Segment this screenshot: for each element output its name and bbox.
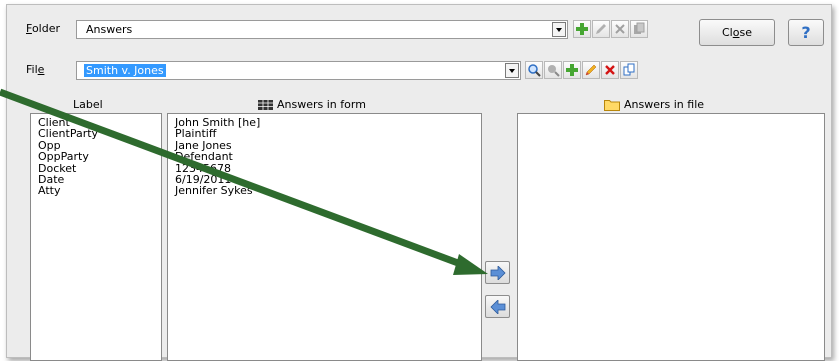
folder-value: Answers — [86, 23, 133, 36]
file-column-header: Answers in file — [604, 98, 704, 111]
folder-add-icon[interactable] — [573, 20, 591, 38]
search-next-icon[interactable] — [544, 61, 562, 79]
label-list-item[interactable]: OppParty — [31, 151, 161, 163]
folder-copy-icon[interactable] — [630, 20, 648, 38]
copy-to-form-button[interactable] — [485, 295, 510, 318]
file-copy-icon[interactable] — [620, 61, 638, 79]
search-icon[interactable] — [525, 61, 543, 79]
arrow-left-icon — [489, 299, 505, 314]
close-button[interactable]: Close — [699, 19, 775, 46]
folder-label: Folder — [26, 22, 60, 35]
folder-icon — [604, 99, 620, 111]
copy-to-file-button[interactable] — [485, 261, 510, 284]
answer-list-item[interactable]: Defendant — [168, 151, 481, 163]
answers-dialog: Folder Answers Close ? File Smith v. Jon… — [6, 4, 832, 361]
file-edit-icon[interactable] — [582, 61, 600, 79]
table-icon — [258, 99, 273, 110]
file-label: File — [26, 63, 45, 76]
answers-in-form-list[interactable]: John Smith [he] Plaintiff Jane Jones Defend… — [167, 113, 482, 361]
labels-list[interactable]: Client ClientParty Opp OppParty Docket Date At… — [30, 113, 162, 361]
folder-combo[interactable]: Answers — [76, 20, 568, 39]
form-column-header: Answers in form — [258, 98, 366, 111]
file-delete-icon[interactable] — [601, 61, 619, 79]
answer-list-item[interactable]: Jennifer Sykes — [168, 185, 481, 197]
file-combo[interactable]: Smith v. Jones — [76, 61, 521, 80]
help-button[interactable]: ? — [788, 19, 824, 46]
file-dropdown-button[interactable] — [505, 63, 519, 78]
file-value: Smith v. Jones — [84, 64, 166, 77]
folder-dropdown-button[interactable] — [552, 22, 566, 37]
folder-delete-icon[interactable] — [611, 20, 629, 38]
label-list-item[interactable]: Atty — [31, 185, 161, 197]
file-add-icon[interactable] — [563, 61, 581, 79]
answers-in-file-list[interactable] — [517, 113, 825, 361]
help-icon: ? — [801, 23, 811, 42]
label-column-header: Label — [73, 98, 103, 111]
arrow-right-icon — [490, 265, 506, 280]
folder-edit-icon[interactable] — [592, 20, 610, 38]
